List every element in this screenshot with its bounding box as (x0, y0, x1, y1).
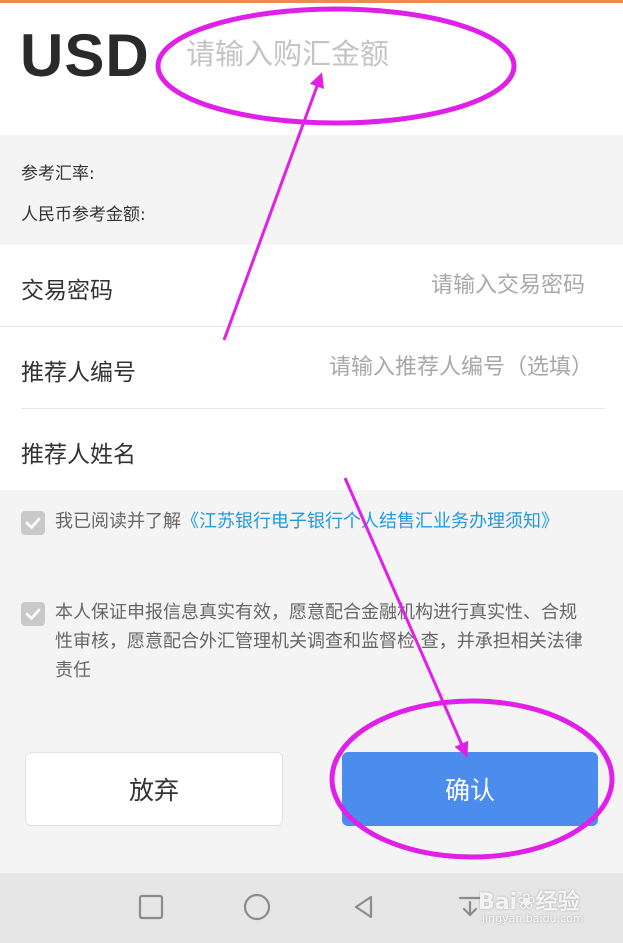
password-input[interactable] (255, 265, 585, 305)
referrer-id-label: 推荐人编号 (21, 360, 136, 386)
guarantee-checkbox[interactable] (21, 602, 45, 626)
referrer-id-input[interactable] (293, 347, 593, 387)
read-agreement-text: 我已阅读并了解《江苏银行电子银行个人结售汇业务办理须知》 (55, 507, 585, 536)
back-button[interactable] (346, 889, 382, 925)
referrer-name-input[interactable] (255, 429, 585, 469)
service-notice-link[interactable]: 《江苏银行电子银行个人结售汇业务办理须知》 (181, 511, 559, 532)
guarantee-text: 本人保证申报信息真实有效，愿意配合金融机构进行真实性、合规性审核，愿意配合外汇管… (55, 602, 583, 681)
password-label: 交易密码 (21, 278, 113, 304)
read-agreement-checkbox[interactable] (21, 511, 45, 535)
purchase-amount-row: USD (0, 3, 623, 135)
rmb-reference-amount-label: 人民币参考金额: (21, 205, 146, 225)
confirm-button[interactable]: 确认 (342, 752, 598, 826)
currency-code: USD (20, 22, 150, 89)
referrer-id-row: 推荐人编号 (0, 327, 623, 408)
referrer-name-row: 推荐人姓名 (0, 409, 623, 490)
home-button[interactable] (239, 889, 275, 925)
circle-icon (243, 893, 271, 921)
back-triangle-icon (354, 895, 373, 919)
cancel-button[interactable]: 放弃 (25, 752, 283, 826)
read-agreement-prefix: 我已阅读并了解 (55, 511, 181, 532)
transaction-form: 交易密码 推荐人编号 推荐人姓名 (0, 245, 623, 490)
recent-apps-button[interactable] (133, 889, 169, 925)
square-icon (138, 894, 164, 920)
checkmark-icon (25, 517, 41, 529)
reference-rate-label: 参考汇率: (21, 164, 95, 184)
watermark-domain: jingyan.baidu.com (482, 912, 584, 925)
rate-info-block: 参考汇率: 人民币参考金额: (0, 135, 623, 245)
referrer-name-label: 推荐人姓名 (21, 442, 136, 468)
password-row: 交易密码 (0, 245, 623, 326)
purchase-amount-input[interactable] (186, 29, 566, 79)
checkmark-icon (25, 608, 41, 620)
